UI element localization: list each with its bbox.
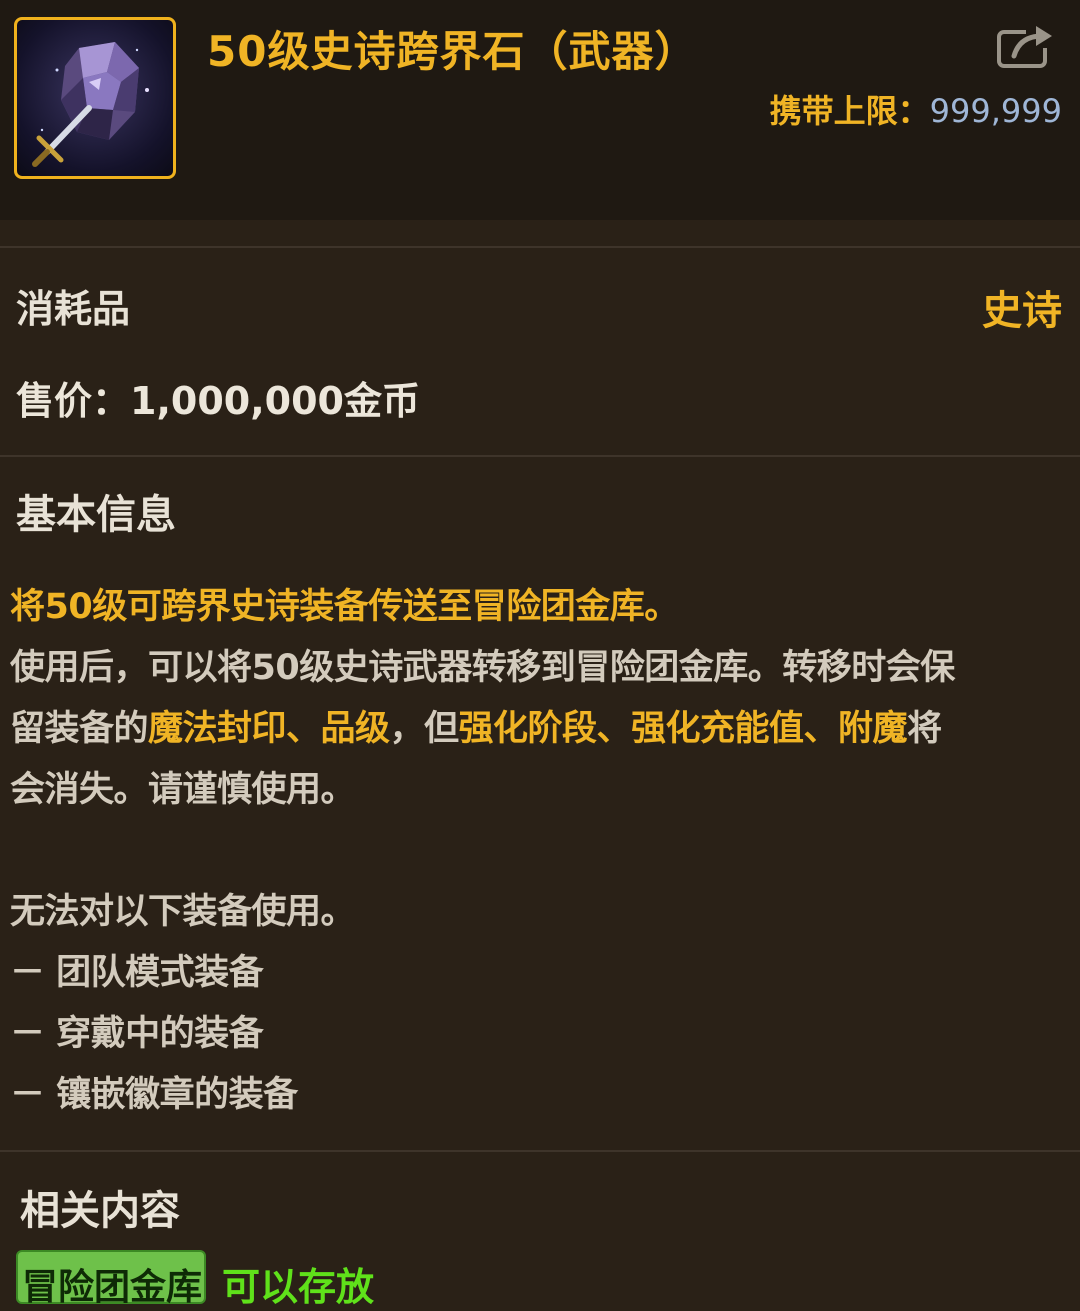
description-highlight: 魔法封印、品级: [148, 709, 390, 749]
rarity-label: 史诗: [982, 288, 1062, 334]
carry-limit-value: 999,999: [929, 92, 1062, 130]
description-text: 留装备的: [10, 709, 149, 749]
carry-limit: 携带上限：999,999: [770, 86, 1062, 132]
sell-price: 售价：1,000,000金币: [16, 379, 420, 423]
item-type: 消耗品: [16, 287, 131, 331]
adventure-vault-tag[interactable]: 冒险团金库: [16, 1250, 206, 1308]
storable-status: 可以存放: [222, 1265, 375, 1309]
item-title: 50级史诗跨界石（武器）: [207, 27, 698, 76]
adventure-vault-tag-label: 冒险团金库: [22, 1267, 203, 1308]
restriction-item: － 穿戴中的装备: [10, 1014, 264, 1054]
description-line: 留装备的魔法封印、品级，但强化阶段、强化充能值、附魔将: [10, 700, 942, 751]
section-title-basic-info: 基本信息: [16, 492, 176, 538]
description-highlight: 强化阶段、强化充能值、附魔: [458, 709, 908, 749]
divider: [0, 455, 1080, 457]
description-text: ，但: [389, 709, 460, 749]
section-title-related: 相关内容: [20, 1188, 180, 1234]
description-headline: 将50级可跨界史诗装备传送至冒险团金库。: [10, 587, 679, 627]
share-export-icon[interactable]: [996, 20, 1056, 70]
description-text: 将: [907, 709, 942, 749]
crystal-stone-with-sword-icon: [14, 17, 176, 179]
restriction-item: － 镶嵌徽章的装备: [10, 1075, 298, 1115]
restriction-title: 无法对以下装备使用。: [10, 892, 356, 932]
divider: [0, 1150, 1080, 1152]
description-line: 使用后，可以将50级史诗武器转移到冒险团金库。转移时会保: [10, 648, 955, 688]
carry-limit-label: 携带上限：: [769, 92, 930, 130]
restriction-item: － 团队模式装备: [10, 953, 264, 993]
divider: [0, 246, 1080, 248]
description-line: 会消失。请谨慎使用。: [10, 770, 356, 810]
